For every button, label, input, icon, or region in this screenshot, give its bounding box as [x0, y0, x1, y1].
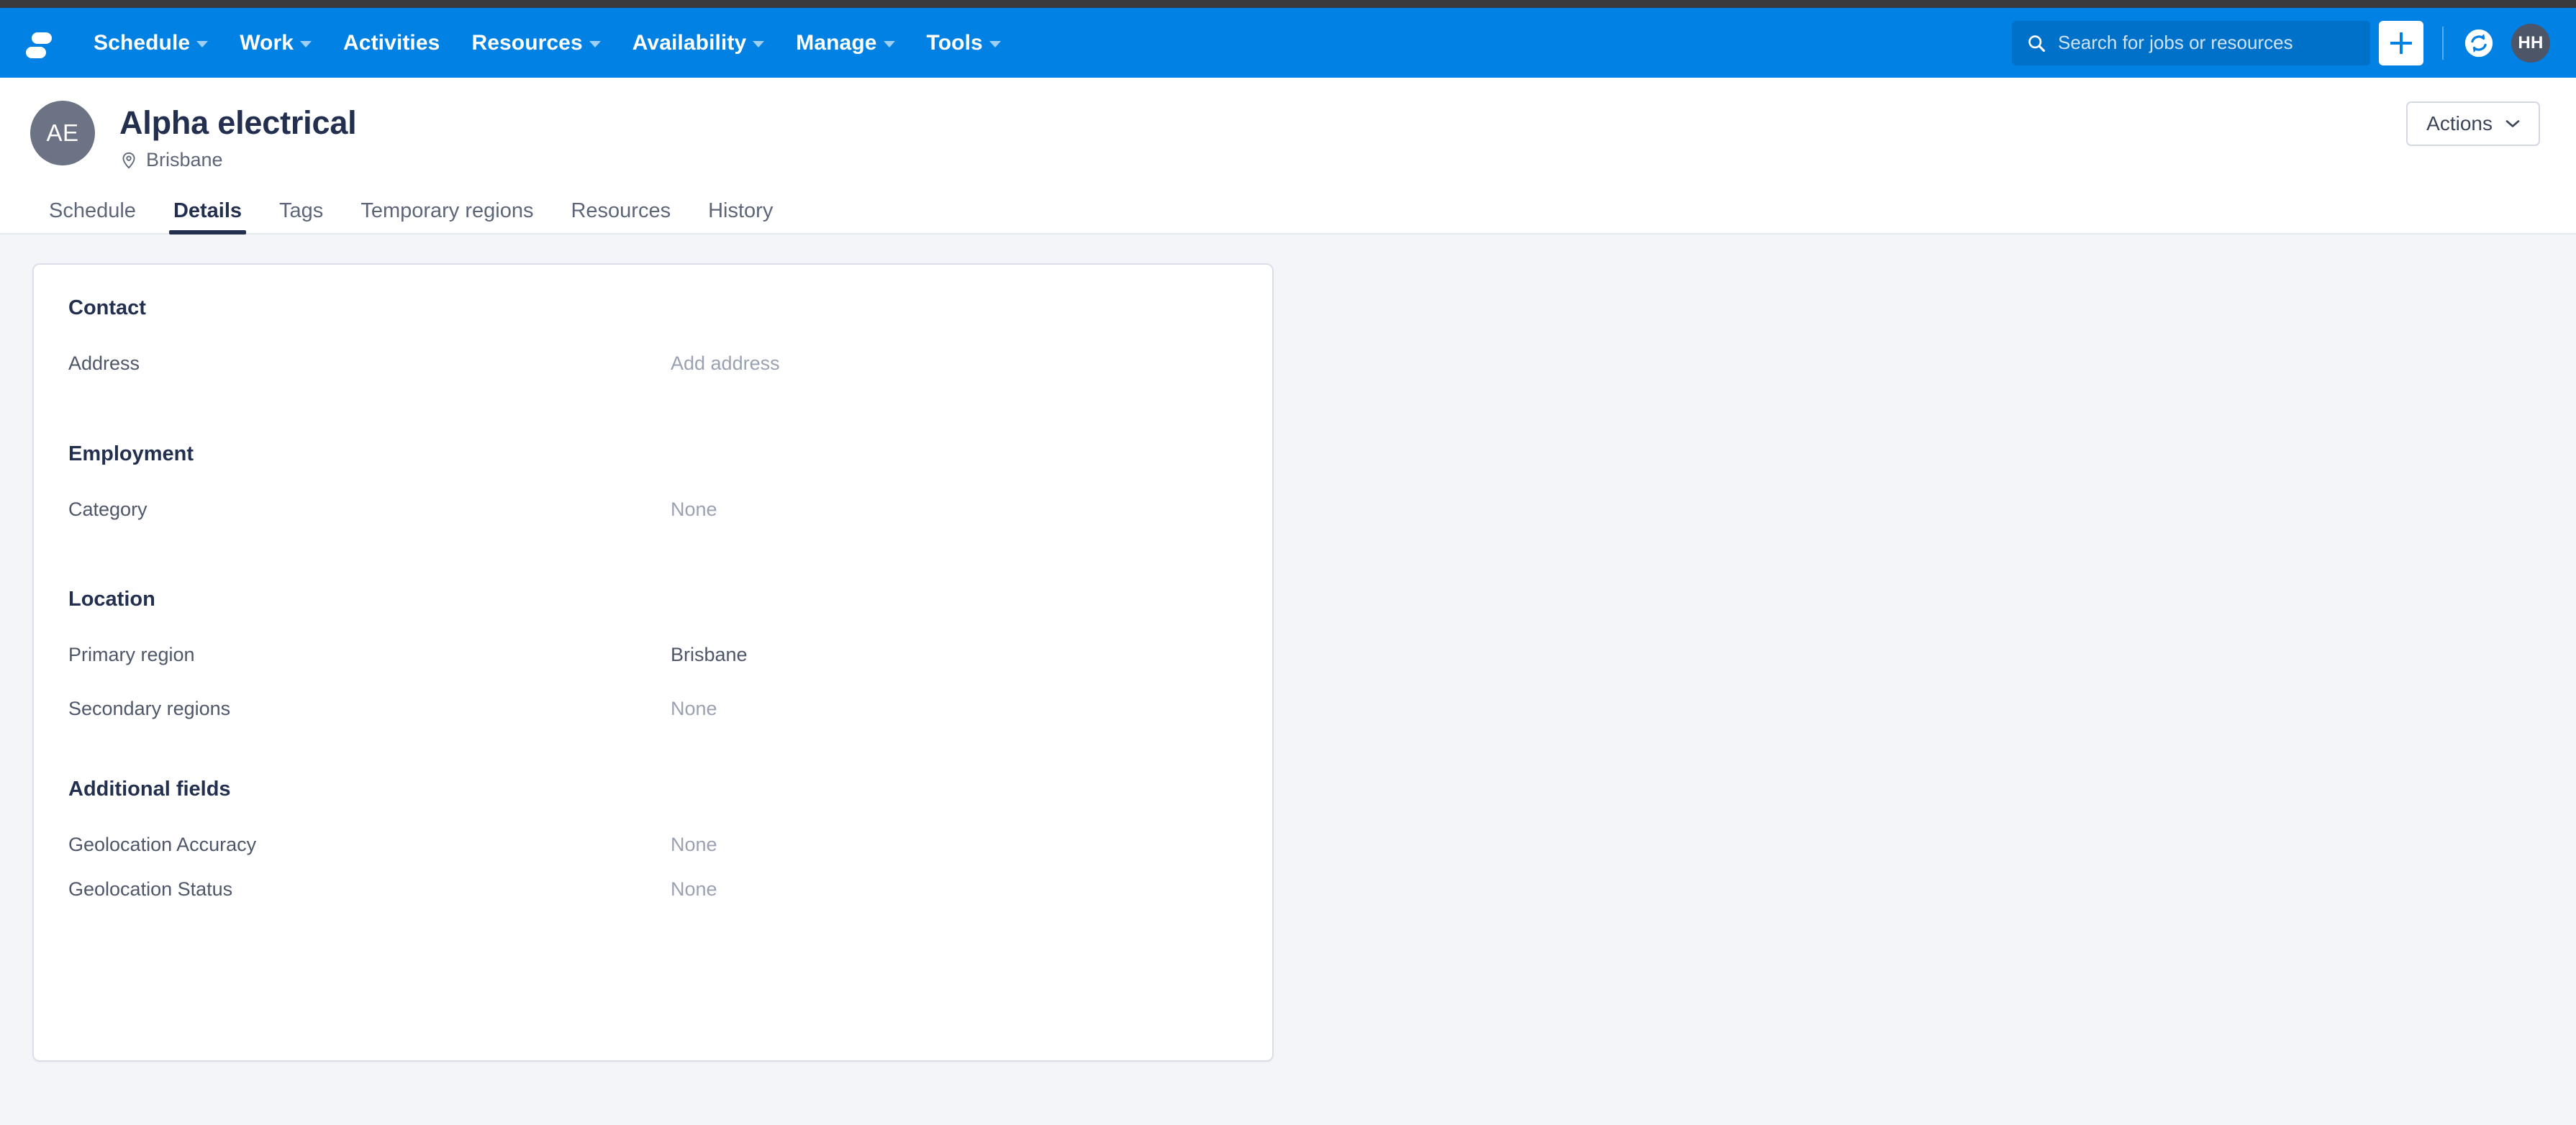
sync-icon[interactable] [2462, 27, 2495, 60]
field-row-geolocation-accuracy[interactable]: Geolocation Accuracy None [68, 833, 1238, 856]
details-card: Contact Address Add address Employment C… [32, 263, 1274, 1062]
nav-label: Availability [632, 30, 747, 55]
field-label: Address [68, 352, 140, 375]
chevron-down-icon [2505, 120, 2520, 127]
section-title-location: Location [68, 588, 155, 611]
tab-history[interactable]: History [689, 201, 792, 233]
tab-label: Details [173, 199, 242, 223]
nav-label: Work [240, 30, 294, 55]
nav-item-availability[interactable]: Availability [617, 24, 780, 63]
nav-item-schedule[interactable]: Schedule [78, 24, 224, 63]
avatar-initials: HH [2518, 32, 2544, 53]
add-new-button[interactable] [2379, 20, 2423, 65]
nav-label: Resources [471, 30, 583, 55]
chevron-down-icon [753, 41, 765, 47]
section-title-employment: Employment [68, 442, 194, 465]
nav-item-manage[interactable]: Manage [780, 24, 910, 63]
field-value: None [671, 498, 717, 520]
tab-schedule[interactable]: Schedule [30, 201, 155, 233]
chevron-down-icon [589, 41, 601, 47]
field-row-address[interactable]: Address Add address [68, 352, 1238, 375]
nav-item-activities[interactable]: Activities [327, 24, 455, 63]
page-header: AE Alpha electrical Brisbane Actions [0, 78, 2576, 172]
field-label: Secondary regions [68, 697, 231, 719]
tab-label: Temporary regions [360, 199, 534, 223]
search-placeholder: Search for jobs or resources [2058, 32, 2293, 53]
skedulo-logo[interactable] [19, 21, 63, 65]
section-title-contact: Contact [68, 296, 146, 320]
field-value: Add address [671, 352, 780, 375]
browser-chrome-strip [0, 0, 2576, 8]
actions-button-label: Actions [2426, 112, 2493, 135]
field-row-category[interactable]: Category None [68, 498, 1238, 521]
tab-bar: Schedule Details Tags Temporary regions … [0, 171, 2576, 235]
chevron-down-icon [989, 41, 1001, 47]
logo-pill-bottom [26, 46, 46, 58]
field-value: None [671, 833, 717, 855]
field-label: Geolocation Status [68, 878, 233, 901]
entity-avatar-initials: AE [46, 119, 79, 146]
field-row-secondary-regions[interactable]: Secondary regions None [68, 697, 1238, 720]
field-value: None [671, 697, 717, 719]
search-input[interactable]: Search for jobs or resources [2012, 20, 2370, 65]
location-pin-icon [122, 152, 135, 169]
actions-button[interactable]: Actions [2406, 101, 2540, 146]
main-menu: Schedule Work Activities Resources Avail… [78, 24, 1017, 63]
nav-label: Tools [926, 30, 983, 55]
field-label: Primary region [68, 644, 195, 666]
navbar-right-cluster: Search for jobs or resources HH [2012, 20, 2550, 65]
search-icon [2028, 35, 2046, 52]
top-navigation-bar: Schedule Work Activities Resources Avail… [0, 8, 2576, 78]
user-avatar[interactable]: HH [2511, 23, 2550, 63]
field-row-primary-region[interactable]: Primary region Brisbane [68, 643, 1238, 666]
chevron-down-icon [196, 41, 209, 47]
entity-location: Brisbane [119, 149, 356, 171]
section-additional-fields: Additional fields Geolocation Accuracy N… [34, 778, 1272, 901]
section-employment: Employment Category None [34, 442, 1272, 521]
plus-icon [2390, 32, 2412, 54]
chevron-down-icon [883, 41, 895, 47]
chevron-down-icon [300, 41, 312, 47]
nav-item-resources[interactable]: Resources [455, 24, 616, 63]
logo-pill-top [32, 32, 52, 44]
field-label: Geolocation Accuracy [68, 833, 257, 855]
nav-item-tools[interactable]: Tools [911, 24, 1017, 63]
tab-temporary-regions[interactable]: Temporary regions [342, 201, 552, 233]
navbar-divider [2442, 26, 2444, 60]
section-contact: Contact Address Add address [34, 296, 1272, 375]
nav-label: Schedule [94, 30, 191, 55]
nav-label: Manage [796, 30, 877, 55]
tab-label: History [708, 199, 774, 223]
field-label: Category [68, 498, 148, 520]
tab-label: Schedule [49, 199, 136, 223]
field-value: None [671, 878, 717, 901]
main-content: Contact Address Add address Employment C… [0, 234, 2576, 1062]
page-title: Alpha electrical [119, 104, 357, 141]
tab-details[interactable]: Details [155, 199, 260, 235]
section-title-additional-fields: Additional fields [68, 777, 231, 801]
tab-resources[interactable]: Resources [552, 201, 689, 233]
field-row-geolocation-status[interactable]: Geolocation Status None [68, 878, 1238, 901]
tab-tags[interactable]: Tags [260, 201, 342, 233]
nav-item-work[interactable]: Work [224, 24, 327, 63]
nav-label: Activities [343, 30, 440, 55]
tab-label: Tags [279, 199, 324, 223]
tab-label: Resources [571, 199, 671, 223]
location-text: Brisbane [146, 149, 223, 171]
entity-avatar: AE [30, 101, 95, 165]
entity-meta: Alpha electrical Brisbane [119, 101, 357, 171]
field-value: Brisbane [671, 644, 748, 666]
section-location: Location Primary region Brisbane Seconda… [34, 588, 1272, 720]
